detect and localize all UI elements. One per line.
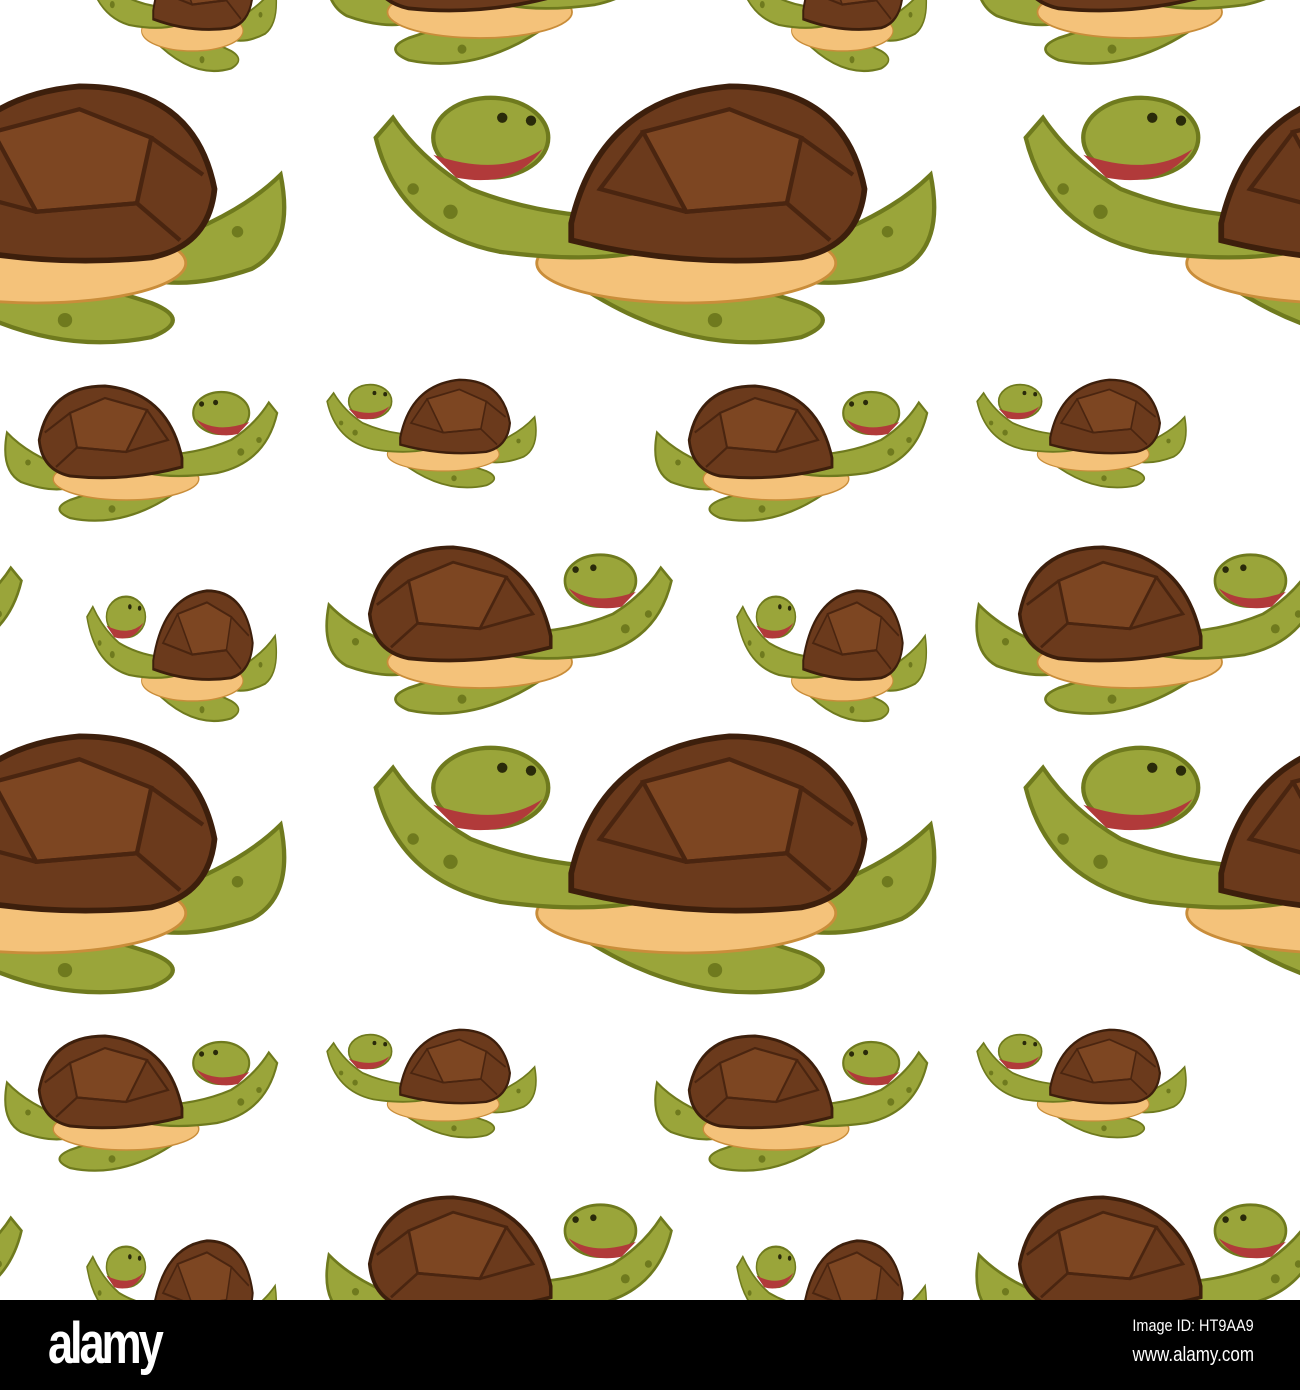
- turtle-illustration: [975, 1025, 1190, 1145]
- turtle-illustration: [370, 75, 945, 360]
- turtle-illustration: [1020, 75, 1300, 360]
- turtle-illustration: [0, 1190, 25, 1300]
- turtle-illustration: [0, 75, 295, 360]
- turtle-illustration: [650, 1030, 930, 1180]
- turtle-illustration: [735, 1235, 930, 1300]
- turtle-illustration: [0, 540, 25, 725]
- turtle-illustration: [970, 540, 1300, 725]
- turtle-illustration: [970, 1190, 1300, 1300]
- turtle-illustration: [0, 725, 295, 1010]
- turtle-illustration: [85, 1235, 280, 1300]
- turtle-illustration: [85, 0, 280, 80]
- turtle-illustration: [650, 380, 930, 530]
- turtle-illustration: [325, 1025, 540, 1145]
- turtle-illustration: [325, 375, 540, 495]
- turtle-illustration: [0, 380, 280, 530]
- turtle-illustration: [0, 0, 25, 75]
- turtle-illustration: [735, 585, 930, 730]
- turtle-illustration: [320, 1190, 675, 1300]
- turtle-pattern: [0, 0, 1300, 1300]
- watermark-footer: alamy Image ID: HT9AA9 www.alamy.com: [0, 1300, 1300, 1390]
- turtle-illustration: [975, 375, 1190, 495]
- turtle-illustration: [320, 540, 675, 725]
- turtle-illustration: [370, 725, 945, 1010]
- image-id: Image ID: HT9AA9: [1132, 1316, 1254, 1335]
- turtle-illustration: [735, 0, 930, 80]
- turtle-illustration: [0, 1030, 280, 1180]
- alamy-logo: alamy: [48, 1311, 164, 1376]
- turtle-illustration: [1020, 725, 1300, 1010]
- turtle-illustration: [85, 585, 280, 730]
- website-url: www.alamy.com: [1132, 1344, 1254, 1366]
- turtle-illustration: [970, 0, 1300, 75]
- turtle-illustration: [320, 0, 675, 75]
